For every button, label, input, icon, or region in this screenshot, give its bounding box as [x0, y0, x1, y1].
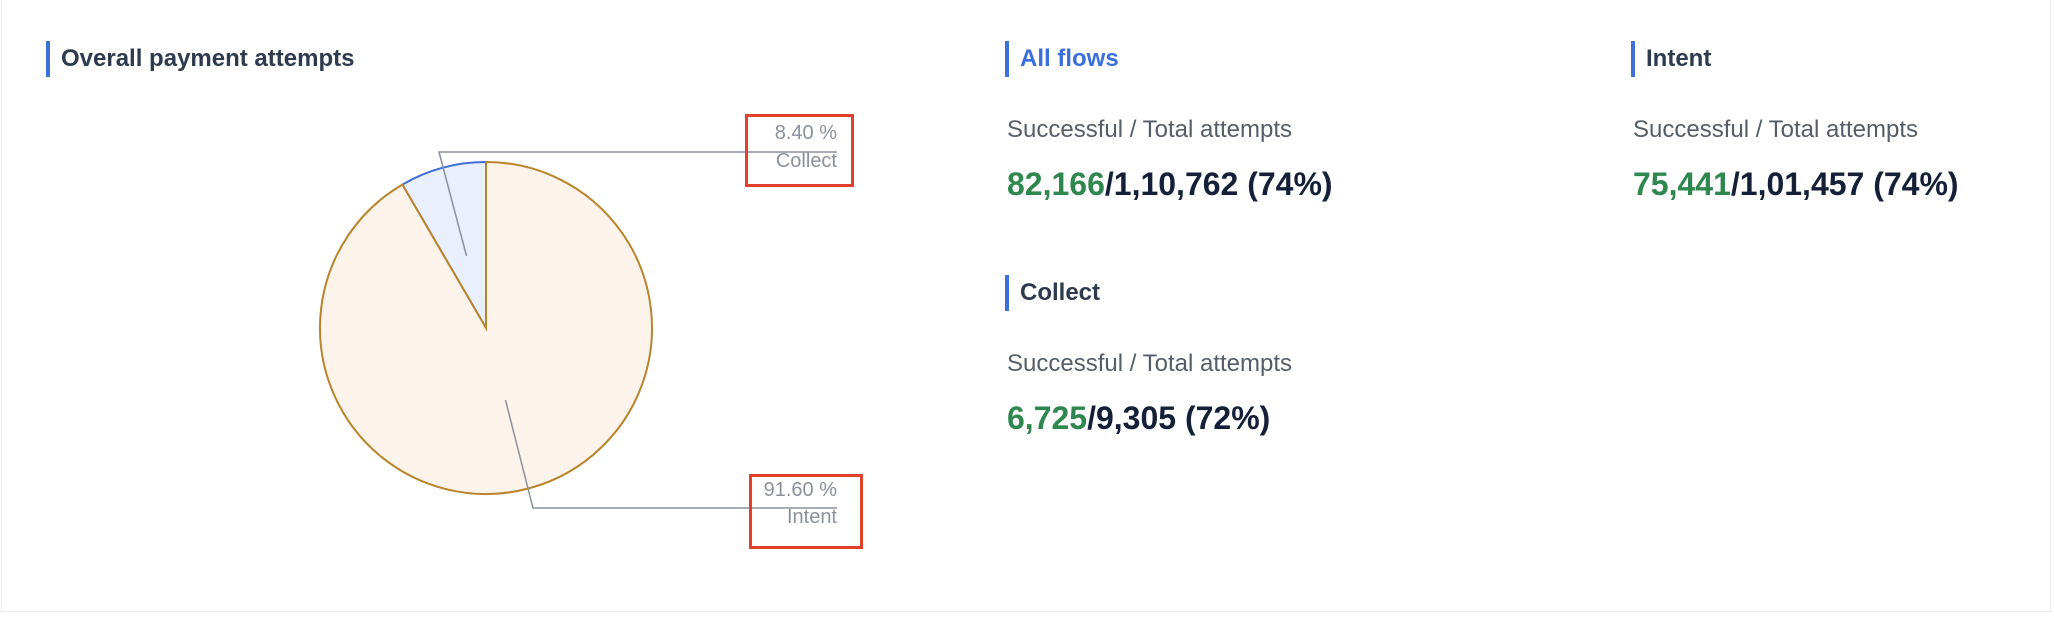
intent-caption: Successful / Total attempts [1633, 116, 1919, 143]
all-flows-caption: Successful / Total attempts [1007, 116, 1293, 143]
payment-attempts-card: Overall payment attempts 8.40 % Collect 91… [1, 0, 2051, 612]
collect-caption: Successful / Total attempts [1007, 350, 1293, 377]
intent-stat: 75,441/1,01,457 (74%) [1633, 166, 1959, 203]
collect-stat: 6,725/9,305 (72%) [1007, 400, 1270, 437]
collect-successful: 6,725 [1007, 400, 1088, 436]
collect-title: Collect [1005, 275, 1100, 311]
intent-title: Intent [1631, 41, 1711, 77]
intent-total: /1,01,457 (74%) [1730, 166, 1959, 202]
all-flows-title[interactable]: All flows [1005, 41, 1119, 77]
all-flows-stat: 82,166/1,10,762 (74%) [1007, 166, 1333, 203]
all-flows-successful: 82,166 [1007, 166, 1105, 202]
intent-label-highlight [749, 474, 863, 549]
intent-successful: 75,441 [1633, 166, 1731, 202]
collect-label-highlight [745, 114, 854, 187]
collect-total: /9,305 (72%) [1087, 400, 1271, 436]
pie-slice-intent[interactable] [319, 160, 653, 495]
all-flows-total: /1,10,762 (74%) [1104, 166, 1333, 202]
